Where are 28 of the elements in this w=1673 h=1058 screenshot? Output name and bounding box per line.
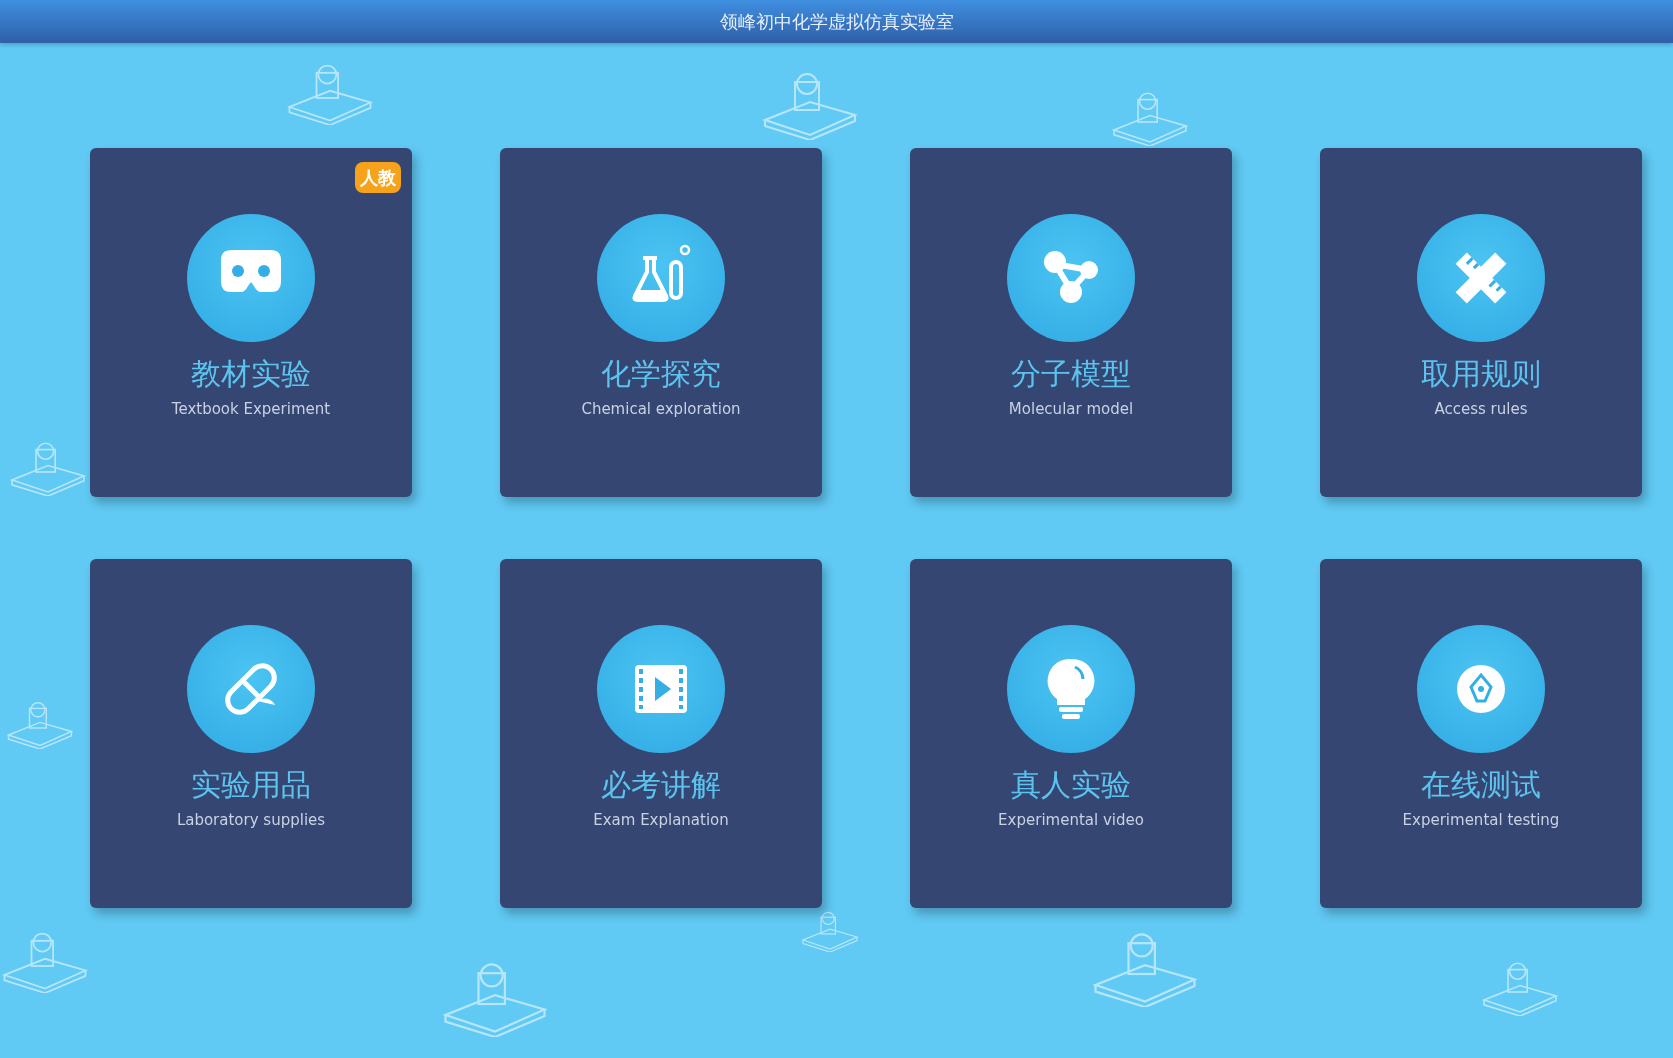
- card-title: 在线测试: [1421, 767, 1541, 803]
- card-title: 教材实验: [191, 356, 311, 392]
- menu-card[interactable]: 取用规则 Access rules: [1320, 148, 1642, 497]
- card-subtitle: Laboratory supplies: [176, 810, 326, 831]
- menu-card[interactable]: 实验用品 Laboratory supplies: [90, 559, 412, 908]
- card-title: 取用规则: [1421, 356, 1541, 392]
- menu-card[interactable]: 分子模型 Molecular model: [910, 148, 1232, 497]
- edition-badge: 人教: [355, 162, 401, 193]
- window-title: 领峰初中化学虚拟仿真实验室: [0, 0, 1673, 43]
- menu-card[interactable]: 教材实验 Textbook Experiment 人教: [90, 148, 412, 497]
- menu-card[interactable]: 化学探究 Chemical exploration: [500, 148, 822, 497]
- card-title: 真人实验: [1011, 767, 1131, 803]
- card-title: 必考讲解: [601, 767, 721, 803]
- card-subtitle: Experimental video: [998, 810, 1144, 831]
- card-title: 分子模型: [1011, 356, 1131, 392]
- menu-card[interactable]: 必考讲解 Exam Explanation: [500, 559, 822, 908]
- card-subtitle: Textbook Experiment: [171, 399, 331, 420]
- card-subtitle: Chemical exploration: [581, 399, 741, 420]
- card-subtitle: Access rules: [1434, 399, 1528, 420]
- card-subtitle: Experimental testing: [1402, 810, 1560, 831]
- card-title: 化学探究: [601, 356, 721, 392]
- menu-card[interactable]: 在线测试 Experimental testing: [1320, 559, 1642, 908]
- apparatus-drawing: [5, 700, 75, 749]
- card-subtitle: Molecular model: [1008, 399, 1134, 420]
- card-subtitle: Exam Explanation: [593, 810, 729, 831]
- menu-card[interactable]: 真人实验 Experimental video: [910, 559, 1232, 908]
- apparatus-drawing: [800, 910, 860, 952]
- card-title: 实验用品: [191, 767, 311, 803]
